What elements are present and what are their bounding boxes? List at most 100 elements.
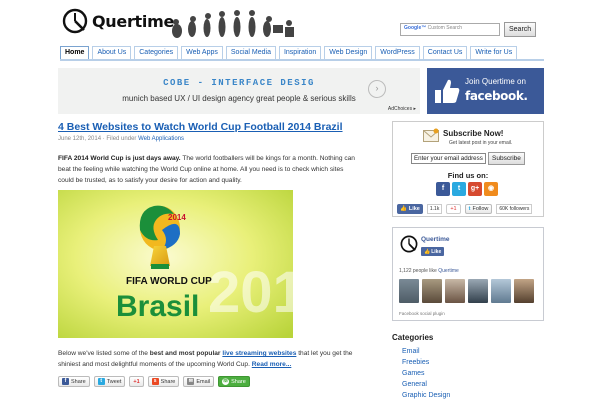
trophy-year-text: 2014 <box>168 213 186 222</box>
categories-list: Email Freebies Games General Graphic Des… <box>402 346 450 400</box>
tweet-label: Tweet <box>106 378 122 385</box>
post-meta: June 12th, 2014 · Filed under Web Applic… <box>58 136 184 142</box>
nav-item-web-apps[interactable]: Web Apps <box>181 46 223 59</box>
search-input[interactable]: Google™ Custom Search <box>400 23 500 36</box>
main-nav: Home About Us Categories Web Apps Social… <box>60 46 544 61</box>
email-share-button[interactable]: ✉ Email <box>183 376 215 387</box>
avatar[interactable] <box>514 279 534 303</box>
site-name: Quertime <box>92 11 174 31</box>
facebook-page-name[interactable]: Quertime <box>421 236 450 243</box>
subscribe-button[interactable]: Subscribe <box>488 152 525 165</box>
facebook-people-count: 1,122 people like <box>399 268 437 274</box>
category-email[interactable]: Email <box>402 346 450 357</box>
evolution-illustration <box>172 10 294 38</box>
site-logo[interactable]: Quertime <box>62 8 174 34</box>
stumbleupon-share-button[interactable]: s Share <box>147 376 180 387</box>
post-excerpt: Below we've listed some of the best and … <box>58 348 358 370</box>
avatar[interactable] <box>445 279 465 303</box>
nav-item-home[interactable]: Home <box>60 46 90 59</box>
world-cup-brasil-image[interactable]: 201 2014 FIFA WORLD CUP Brasil <box>58 190 293 338</box>
chevron-right-icon[interactable]: › <box>368 80 386 98</box>
google-brand-label: Google™ <box>404 25 427 31</box>
nav-item-inspiration[interactable]: Inspiration <box>278 46 322 59</box>
background-year-text: 201 <box>208 260 293 325</box>
facebook-join-banner[interactable]: Join Quertime on facebook. <box>427 68 544 114</box>
facebook-page-like-button[interactable]: 👍 Like <box>421 247 445 256</box>
tweet-button[interactable]: t Tweet <box>93 376 126 387</box>
stumbleupon-share-label: Share <box>160 378 176 385</box>
ad-banner[interactable]: COBE - INTERFACE DESIG munich based UX /… <box>58 68 420 114</box>
thumbs-up-icon: 👍 <box>400 206 407 212</box>
categories-title: Categories <box>392 333 434 342</box>
read-more-link[interactable]: Read more... <box>252 361 292 368</box>
facebook-like-label: Like <box>408 206 420 212</box>
post-category-link[interactable]: Web Applications <box>138 136 184 142</box>
post-intro-bold: FIFA 2014 World Cup is just days away. <box>58 155 181 162</box>
subscribe-title: Subscribe Now! <box>443 129 504 138</box>
facebook-share-button[interactable]: f Share <box>58 376 90 387</box>
facebook-icon[interactable]: f <box>436 182 450 196</box>
live-streaming-link[interactable]: live streaming websites <box>222 350 296 357</box>
facebook-wordmark: facebook. <box>465 89 528 103</box>
post-filed-under: · Filed under <box>102 136 137 142</box>
facebook-share-label: Share <box>71 378 86 385</box>
page-wrapper: Quertime Google™ Custom Search Search Ho… <box>54 0 546 400</box>
twitter-icon[interactable]: t <box>452 182 466 196</box>
facebook-page-widget: Quertime 👍 Like 1,122 people like Quertim… <box>392 227 544 321</box>
nav-item-wordpress[interactable]: WordPress <box>375 46 420 59</box>
whatsapp-share-button[interactable]: ☏ Share <box>218 376 250 387</box>
brasil-text: Brasil <box>116 290 199 323</box>
share-bar: f Share t Tweet +1 s Share ✉ Email ☏ Share <box>58 376 250 387</box>
subscribe-description: Get latest post in your email. <box>449 140 513 146</box>
avatar[interactable] <box>422 279 442 303</box>
twitter-follow-button[interactable]: t Follow <box>464 204 493 214</box>
category-games[interactable]: Games <box>402 368 450 379</box>
category-general[interactable]: General <box>402 379 450 390</box>
nav-item-social-media[interactable]: Social Media <box>225 46 276 59</box>
whatsapp-icon: ☏ <box>222 378 230 385</box>
google-plus-one-button[interactable]: +1 <box>446 204 461 214</box>
ad-title: COBE - INTERFACE DESIG <box>163 78 315 88</box>
avatar[interactable] <box>468 279 488 303</box>
nav-item-write-for-us[interactable]: Write for Us <box>470 46 518 59</box>
facebook-like-count: 1.1k <box>426 204 443 214</box>
nav-item-categories[interactable]: Categories <box>134 46 179 59</box>
thumbs-up-icon <box>435 79 460 103</box>
search-button[interactable]: Search <box>504 22 537 37</box>
nav-item-contact-us[interactable]: Contact Us <box>422 46 468 59</box>
post-date: June 12th, 2014 <box>58 136 102 142</box>
quertime-logo-icon <box>62 8 88 34</box>
avatar[interactable] <box>491 279 511 303</box>
facebook-people-page-link[interactable]: Quertime <box>438 268 459 274</box>
adchoices-label[interactable]: AdChoices ▸ <box>388 106 416 112</box>
facebook-faces <box>399 279 534 303</box>
twitter-bird-icon: t <box>468 206 471 212</box>
whatsapp-share-label: Share <box>231 378 246 385</box>
post-excerpt-prefix: Below we've listed some of the <box>58 350 150 357</box>
category-graphic-design[interactable]: Graphic Design <box>402 390 450 400</box>
post-excerpt-bold: best and most popular <box>149 350 221 357</box>
thumbs-up-icon: 👍 <box>424 248 431 255</box>
nav-item-about-us[interactable]: About Us <box>92 46 132 59</box>
facebook-page-like-label: Like <box>431 248 442 255</box>
email-icon: ✉ <box>187 378 195 385</box>
social-counters: 👍 Like 1.1k +1 t Follow 60K followers <box>397 204 533 214</box>
nav-item-web-design[interactable]: Web Design <box>324 46 373 59</box>
facebook-like-button[interactable]: 👍 Like <box>397 204 423 214</box>
quertime-logo-icon <box>400 235 418 253</box>
avatar[interactable] <box>399 279 419 303</box>
envelope-icon <box>423 128 439 142</box>
facebook-icon: f <box>62 378 69 385</box>
google-plus-icon[interactable]: g+ <box>468 182 482 196</box>
ad-subtitle: munich based UX / UI design agency great… <box>122 94 356 103</box>
follow-icons: f t g+ ◉ <box>436 182 498 196</box>
post-intro: FIFA 2014 World Cup is just days away. T… <box>58 153 358 186</box>
follow-us-title: Find us on: <box>447 171 489 180</box>
fifa-world-cup-text: FIFA WORLD CUP <box>126 276 212 287</box>
google-plus-button[interactable]: +1 <box>129 376 144 387</box>
rss-icon[interactable]: ◉ <box>484 182 498 196</box>
email-field[interactable] <box>411 153 486 164</box>
category-freebies[interactable]: Freebies <box>402 357 450 368</box>
post-title[interactable]: 4 Best Websites to Watch World Cup Footb… <box>58 121 343 133</box>
search-bar: Google™ Custom Search Search <box>400 22 537 37</box>
